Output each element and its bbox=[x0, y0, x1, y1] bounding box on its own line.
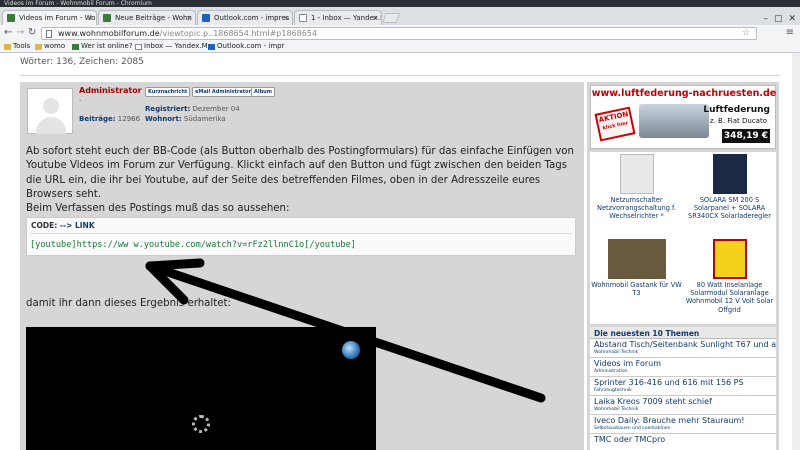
camper-van-image bbox=[639, 104, 709, 138]
bookmark-star-icon[interactable]: ☆ bbox=[742, 28, 750, 39]
forum-favicon bbox=[72, 43, 79, 50]
bookmark-tools[interactable]: Tools bbox=[4, 41, 30, 52]
product-image bbox=[712, 239, 747, 279]
close-tab-icon[interactable]: × bbox=[283, 11, 289, 25]
forum-favicon bbox=[7, 14, 15, 22]
topic-title[interactable]: TMC oder TMCpro bbox=[594, 435, 772, 445]
topic-category[interactable]: Wohnmobil Technik bbox=[594, 407, 772, 413]
back-icon[interactable]: ← bbox=[4, 27, 12, 39]
topic-title[interactable]: Sprinter 316-416 und 616 mit 156 PS bbox=[594, 378, 772, 388]
ad-title: Luftfederung bbox=[703, 105, 770, 115]
window-title-bar: Videos im Forum - Wohnmobil Forum - Chro… bbox=[0, 0, 800, 7]
product-label[interactable]: SOLARA SM 200 S Solarpanel + SOLARA SR34… bbox=[688, 196, 771, 220]
tab-neue-beitraege[interactable]: Neue Beiträge - Wohn × bbox=[98, 10, 196, 25]
close-tab-icon[interactable]: × bbox=[372, 11, 378, 25]
forum-page: Wörter: 136, Zeichen: 2085 Administrator… bbox=[0, 53, 800, 450]
window-controls: – ▢ ✕ bbox=[763, 14, 800, 24]
maximize-icon[interactable]: ▢ bbox=[774, 14, 783, 24]
page-icon bbox=[135, 43, 142, 50]
tab-videos-im-forum[interactable]: Videos im Forum - Wo × bbox=[2, 10, 97, 25]
page-icon bbox=[46, 30, 52, 38]
close-window-icon[interactable]: ✕ bbox=[788, 14, 796, 24]
bookmark-label: Outlook.com - impr bbox=[217, 42, 285, 50]
topic-category[interactable]: Fahrzeugtechnik bbox=[594, 388, 772, 394]
page-scrollbar[interactable] bbox=[792, 53, 800, 450]
product-image bbox=[712, 154, 747, 194]
tab-label: Neue Beiträge - Wohn bbox=[115, 14, 192, 22]
folder-icon bbox=[35, 43, 42, 50]
reload-icon[interactable]: ↻ bbox=[28, 27, 36, 39]
ad-url: www.luftfederung-nachruesten.de bbox=[591, 88, 777, 99]
ad-promo-badge: AKTION klick hier bbox=[594, 106, 636, 142]
list-item[interactable]: Sprinter 316-416 und 616 mit 156 PS Fahr… bbox=[590, 377, 776, 396]
forward-icon[interactable]: → bbox=[16, 27, 24, 39]
bookmark-womo[interactable]: womo bbox=[35, 41, 65, 52]
bookmark-label: womo bbox=[44, 42, 66, 50]
product-item[interactable]: Wohnmobil Gastank für VW T3 bbox=[590, 239, 683, 297]
address-path: /viewtopic.p..1868654.html#p1868654 bbox=[159, 29, 317, 38]
tab-outlook[interactable]: Outlook.com - impres × bbox=[197, 10, 293, 25]
ad-price: 348,19 € bbox=[722, 129, 770, 143]
latest-topics-header: Die neuesten 10 Themen bbox=[590, 327, 776, 339]
close-tab-icon[interactable]: × bbox=[87, 11, 93, 25]
sidebar: www.luftfederung-nachruesten.de AKTION k… bbox=[587, 82, 779, 450]
arrow-icon bbox=[145, 258, 546, 403]
topic-title[interactable]: Abstand Tisch/Seitenbank Sunlight T67 un… bbox=[594, 340, 776, 350]
product-image bbox=[619, 154, 654, 194]
tab-strip: Videos im Forum - Wo × Neue Beiträge - W… bbox=[0, 7, 800, 25]
bookmarks-bar: Tools womo Wer ist online? Inbox — Yande… bbox=[0, 41, 800, 53]
outlook-favicon bbox=[208, 43, 215, 50]
list-item[interactable]: Videos im Forum Administration bbox=[590, 358, 776, 377]
yandex-favicon bbox=[299, 14, 307, 22]
outlook-favicon bbox=[202, 14, 210, 22]
topic-title[interactable]: Videos im Forum bbox=[594, 359, 772, 369]
bookmark-outlook[interactable]: Outlook.com - impr bbox=[208, 41, 285, 52]
list-item[interactable]: Laika Kreos 7009 steht schief Wohnmobil … bbox=[590, 396, 776, 415]
bookmark-label: Inbox — Yandex.Ma bbox=[144, 42, 212, 50]
product-label[interactable]: Netzumschalter Netzvorrangschaltung f. W… bbox=[597, 196, 676, 220]
topic-category[interactable]: Selbstausbauen und Leerkabinen bbox=[594, 426, 772, 432]
ad-banner-luftfederung[interactable]: www.luftfederung-nachruesten.de AKTION k… bbox=[590, 85, 776, 149]
list-item[interactable]: Abstand Tisch/Seitenbank Sunlight T67 un… bbox=[590, 339, 776, 358]
folder-icon bbox=[4, 43, 11, 50]
close-tab-icon[interactable]: × bbox=[186, 11, 192, 25]
product-grid: Netzumschalter Netzvorrangschaltung f. W… bbox=[590, 152, 776, 324]
product-item[interactable]: Netzumschalter Netzvorrangschaltung f. W… bbox=[590, 154, 683, 221]
ad-subtitle: z. B. Fiat Ducato bbox=[709, 117, 767, 125]
menu-icon[interactable]: ≡ bbox=[786, 27, 794, 38]
product-label[interactable]: Wohnmobil Gastank für VW T3 bbox=[591, 281, 682, 297]
product-label[interactable]: 80 Watt Inselanlage Solarmodul Solaranla… bbox=[686, 281, 773, 314]
bookmark-yandex-inbox[interactable]: Inbox — Yandex.Ma bbox=[135, 41, 212, 52]
address-bar[interactable]: www.wohnmobilforum.de/viewtopic.p..18686… bbox=[41, 27, 757, 40]
tab-label: Outlook.com - impres bbox=[214, 14, 290, 22]
topic-category[interactable]: Administration bbox=[594, 369, 772, 375]
forum-favicon bbox=[103, 14, 111, 22]
tab-yandex-inbox[interactable]: 1 - Inbox — Yandex.Ma × bbox=[294, 10, 382, 25]
latest-topics-panel: Die neuesten 10 Themen Abstand Tisch/Sei… bbox=[590, 327, 776, 450]
topic-category[interactable]: Wohnmobil Technik bbox=[594, 350, 772, 356]
bookmark-wer-ist-online[interactable]: Wer ist online? bbox=[72, 41, 133, 52]
new-tab-button[interactable] bbox=[382, 13, 400, 23]
tab-label: Videos im Forum - Wo bbox=[19, 14, 96, 22]
bookmark-label: Wer ist online? bbox=[81, 42, 133, 50]
list-item[interactable]: Iveco Daily: Brauche mehr Stauraum! Selb… bbox=[590, 415, 776, 434]
topic-title[interactable]: Laika Kreos 7009 steht schief bbox=[594, 397, 772, 407]
browser-toolbar: ← → ↻ www.wohnmobilforum.de/viewtopic.p.… bbox=[0, 25, 800, 41]
product-image bbox=[607, 239, 666, 279]
product-item[interactable]: SOLARA SM 200 S Solarpanel + SOLARA SR34… bbox=[683, 154, 776, 221]
address-domain: www.wohnmobilforum.de bbox=[58, 29, 160, 38]
list-item[interactable]: TMC oder TMCpro bbox=[590, 434, 776, 450]
bookmark-label: Tools bbox=[13, 42, 31, 50]
topic-title[interactable]: Iveco Daily: Brauche mehr Stauraum! bbox=[594, 416, 772, 426]
minimize-icon[interactable]: – bbox=[763, 14, 768, 24]
product-item[interactable]: 80 Watt Inselanlage Solarmodul Solaranla… bbox=[683, 239, 776, 314]
